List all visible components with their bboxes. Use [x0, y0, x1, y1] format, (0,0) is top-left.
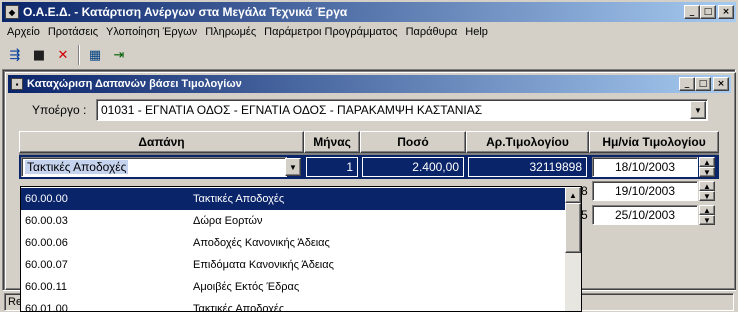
expense-code: 60.00.06	[25, 237, 68, 249]
poso-cell[interactable]: 2.400,00	[362, 157, 464, 177]
col-header-invoice-number[interactable]: Αρ.Τιμολογίου	[466, 131, 589, 153]
expense-description: Τακτικές Αποδοχές	[193, 303, 285, 312]
chevron-down-icon: ▼	[694, 105, 702, 115]
new-record-icon[interactable]: ⇶	[4, 44, 26, 66]
spin-down-icon[interactable]: ▼	[699, 215, 715, 225]
list-item[interactable]: 60.00.11 Αμοιβές Εκτός Έδρας	[21, 276, 577, 298]
menu-help[interactable]: Help	[461, 26, 492, 38]
child-maximize-button[interactable]: □	[695, 77, 711, 91]
col-header-minas[interactable]: Μήνας	[304, 131, 360, 153]
chevron-down-icon: ▼	[289, 162, 297, 172]
expense-code: 60.00.00	[25, 193, 68, 205]
expense-description: Αποδοχές Κανονικής Άδειας	[193, 237, 330, 249]
invoice-date-field[interactable]: 19/10/2003	[592, 181, 698, 201]
exit-icon[interactable]: ⇥	[108, 44, 130, 66]
table-row[interactable]: Τακτικές Αποδοχές ▼ 1 2.400,00 32119898 …	[19, 155, 719, 179]
close-button[interactable]: ×	[718, 5, 734, 19]
menu-parameters[interactable]: Παράμετροι Προγράμματος	[260, 26, 401, 38]
list-item[interactable]: 60.01.00 Τακτικές Αποδοχές	[21, 298, 577, 312]
main-title-bar[interactable]: ◆ Ο.Α.Ε.Δ. - Κατάρτιση Ανέργων στα Μεγάλ…	[2, 2, 736, 22]
col-header-dapani[interactable]: Δαπάνη	[19, 131, 304, 153]
date-spinner[interactable]: ▲ ▼	[699, 205, 715, 225]
dapani-dropdown-list[interactable]: 60.00.00 Τακτικές Αποδοχές 60.00.03 Δώρα…	[20, 186, 582, 312]
invoice-date-value: 19/10/2003	[614, 184, 676, 198]
child-window-icon: ▪	[11, 78, 23, 90]
window-title: Ο.Α.Ε.Δ. - Κατάρτιση Ανέργων στα Μεγάλα …	[23, 5, 348, 19]
save-icon[interactable]: ■	[28, 44, 50, 66]
expense-code: 60.00.11	[25, 281, 68, 293]
subproject-value: 01031 - ΕΓΝΑΤΙΑ ΟΔΟΣ - ΕΓΝΑΤΙΑ ΟΔΟΣ - ΠΑ…	[101, 103, 483, 117]
list-item[interactable]: 60.00.07 Επιδόματα Κανονικής Άδειας	[21, 254, 577, 276]
subproject-label: Υποέργο :	[32, 103, 87, 117]
toolbar-separator	[78, 45, 80, 65]
spin-up-icon[interactable]: ▲	[699, 205, 715, 215]
date-spinner[interactable]: ▲ ▼	[699, 157, 715, 177]
expense-code: 60.01.00	[25, 303, 68, 312]
col-header-invoice-date[interactable]: Ημ/νία Τιμολογίου	[589, 131, 719, 153]
scroll-thumb[interactable]	[565, 203, 581, 253]
minas-value: 1	[346, 160, 353, 174]
invoice-date-value: 18/10/2003	[614, 160, 676, 174]
invoice-date-field[interactable]: 18/10/2003	[592, 157, 698, 177]
date-spinner[interactable]: ▲ ▼	[699, 181, 715, 201]
list-item[interactable]: 60.00.06 Αποδοχές Κανονικής Άδειας	[21, 232, 577, 254]
dapani-dropdown-button[interactable]: ▼	[285, 158, 301, 176]
spin-up-icon[interactable]: ▲	[699, 181, 715, 191]
menu-bar: Αρχείο Προτάσεις Υλοποίηση Έργων Πληρωμέ…	[2, 22, 736, 41]
invoice-number-value: 32119898	[529, 160, 583, 174]
child-title-bar[interactable]: ▪ Καταχώριση Δαπανών βάσει Τιμολογίων _ …	[8, 75, 731, 93]
invoice-date-value: 25/10/2003	[614, 208, 676, 222]
minas-cell[interactable]: 1	[306, 157, 358, 177]
child-close-button[interactable]: ×	[713, 77, 729, 91]
menu-implementation[interactable]: Υλοποίηση Έργων	[102, 26, 201, 38]
invoice-date-field[interactable]: 25/10/2003	[592, 205, 698, 225]
dapani-combobox[interactable]: Τακτικές Αποδοχές	[21, 157, 287, 177]
menu-proposals[interactable]: Προτάσεις	[44, 26, 102, 38]
expense-code: 60.00.07	[25, 259, 68, 271]
delete-icon[interactable]: ✕	[52, 44, 74, 66]
menu-payments[interactable]: Πληρωμές	[201, 26, 260, 38]
list-item[interactable]: 60.00.03 Δώρα Εορτών	[21, 210, 577, 232]
dapani-value: Τακτικές Αποδοχές	[25, 160, 129, 174]
grid-icon[interactable]: ▦	[84, 44, 106, 66]
scroll-up-icon[interactable]: ▲	[565, 187, 581, 203]
expense-description: Δώρα Εορτών	[193, 215, 263, 227]
col-header-poso[interactable]: Ποσό	[360, 131, 466, 153]
menu-file[interactable]: Αρχείο	[2, 26, 44, 38]
invoice-number-fragment: 8	[581, 184, 588, 198]
expense-description: Τακτικές Αποδοχές	[193, 193, 285, 205]
expense-description: Αμοιβές Εκτός Έδρας	[193, 281, 300, 293]
subproject-combobox[interactable]: 01031 - ΕΓΝΑΤΙΑ ΟΔΟΣ - ΕΓΝΑΤΙΑ ΟΔΟΣ - ΠΑ…	[96, 99, 708, 121]
maximize-button[interactable]: □	[700, 5, 716, 19]
child-minimize-button[interactable]: _	[679, 77, 695, 91]
app-icon: ◆	[5, 5, 19, 19]
minimize-button[interactable]: _	[684, 5, 700, 19]
spin-down-icon[interactable]: ▼	[699, 191, 715, 201]
expense-description: Επιδόματα Κανονικής Άδειας	[193, 259, 334, 271]
invoice-number-fragment: 5	[581, 208, 588, 222]
invoice-number-cell[interactable]: 32119898	[468, 157, 587, 177]
list-item[interactable]: 60.00.00 Τακτικές Αποδοχές	[21, 188, 577, 210]
dropdown-scrollbar[interactable]: ▲	[565, 187, 581, 311]
expense-code: 60.00.03	[25, 215, 68, 227]
toolbar: ⇶ ■ ✕ ▦ ⇥	[4, 43, 130, 67]
spin-up-icon[interactable]: ▲	[699, 157, 715, 167]
spin-down-icon[interactable]: ▼	[699, 167, 715, 177]
menu-windows[interactable]: Παράθυρα	[402, 26, 462, 38]
poso-value: 2.400,00	[412, 160, 459, 174]
subproject-dropdown-button[interactable]: ▼	[690, 101, 706, 119]
child-window-title: Καταχώριση Δαπανών βάσει Τιμολογίων	[27, 78, 242, 90]
